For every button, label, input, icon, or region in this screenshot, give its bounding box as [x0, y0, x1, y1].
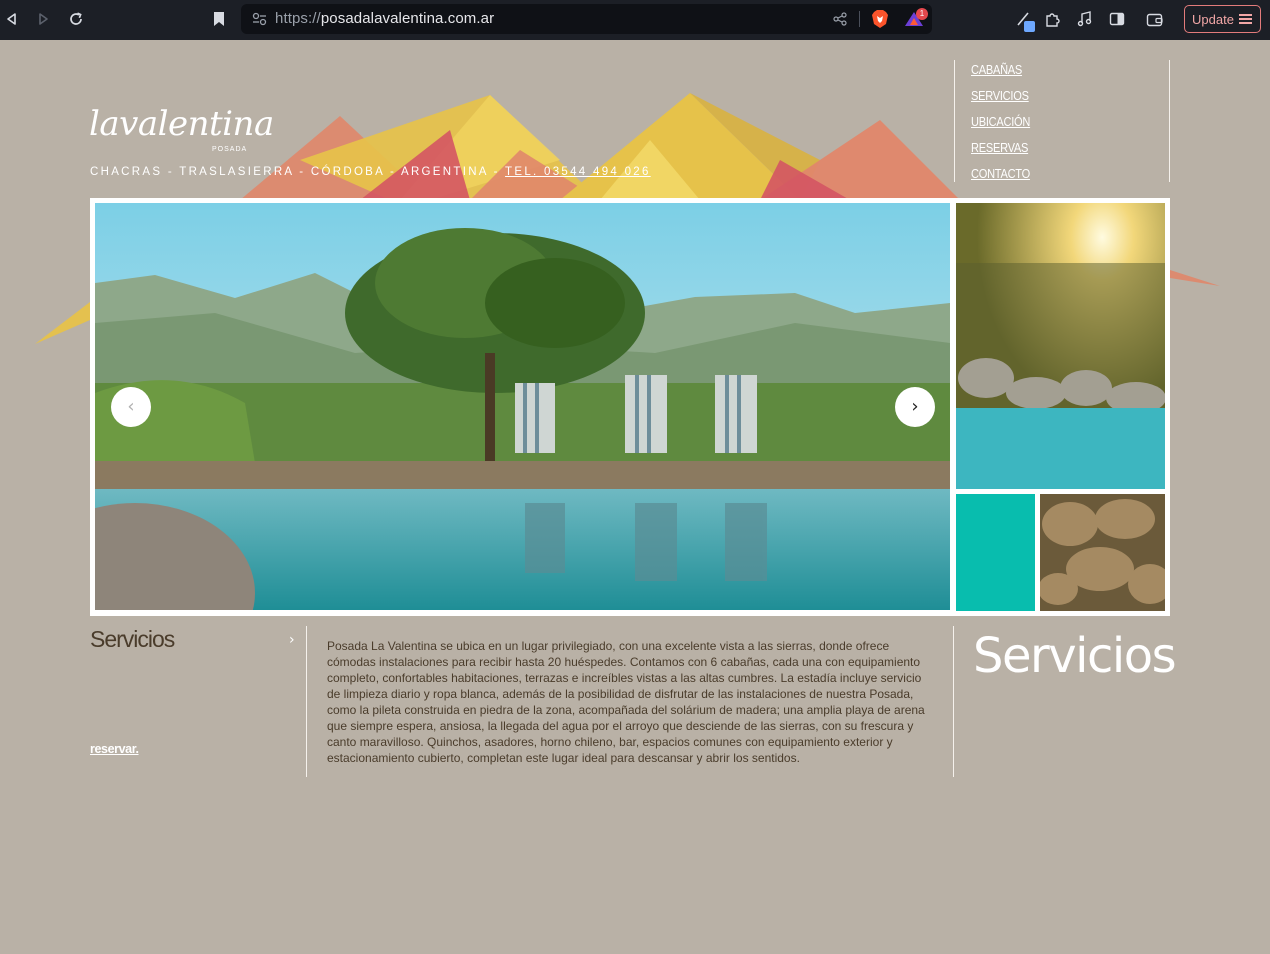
- column-divider-left: [306, 626, 307, 777]
- update-button[interactable]: Update: [1184, 5, 1261, 33]
- thumbnail-sunset-pool[interactable]: [956, 203, 1165, 489]
- extensions-icon[interactable]: [1045, 11, 1061, 27]
- media-icon[interactable]: [1077, 11, 1093, 27]
- tagline-location: CHACRAS - TRASLASIERRA - CÓRDOBA - ARGEN…: [90, 166, 506, 178]
- site-logo[interactable]: lavalentina POSADA: [89, 104, 274, 156]
- menu-item-ubicacion[interactable]: UBICACIÓN: [971, 114, 1030, 129]
- sidebar-toggle-icon[interactable]: [1109, 11, 1125, 27]
- wallet-icon[interactable]: [1146, 12, 1164, 28]
- slider-next-button[interactable]: ›: [895, 387, 935, 427]
- forward-arrow-icon: [39, 13, 48, 25]
- back-button[interactable]: [0, 8, 24, 30]
- pen-extension-icon[interactable]: [1015, 10, 1037, 32]
- site-settings-icon[interactable]: [252, 12, 267, 26]
- menu-item-reservas[interactable]: RESERVAS: [971, 140, 1028, 155]
- reload-button[interactable]: [64, 8, 88, 30]
- menu-item-contacto[interactable]: CONTACTO: [971, 166, 1030, 181]
- bookmark-button[interactable]: [207, 8, 231, 30]
- section-big-title: Servicios: [973, 628, 1177, 684]
- address-bar[interactable]: https://posadalavalentina.com.ar 1: [241, 4, 932, 34]
- chevron-right-icon[interactable]: ›: [289, 632, 295, 648]
- main-menu: CABAÑAS SERVICIOS UBICACIÓN RESERVAS CON…: [954, 60, 1170, 182]
- url-text[interactable]: https://posadalavalentina.com.ar: [275, 10, 494, 27]
- share-icon[interactable]: [833, 12, 847, 26]
- reserve-link[interactable]: reservar.: [90, 742, 139, 756]
- url-host: posadalavalentina.com.ar: [320, 10, 495, 27]
- url-scheme: https://: [275, 10, 321, 27]
- header-tagline: CHACRAS - TRASLASIERRA - CÓRDOBA - ARGEN…: [90, 166, 651, 178]
- reload-icon: [70, 12, 82, 25]
- brave-shields-icon[interactable]: [871, 9, 889, 29]
- back-arrow-icon: [7, 13, 16, 25]
- bookmark-icon: [214, 12, 224, 26]
- menu-icon: [1239, 14, 1252, 24]
- slider-image-pool: [95, 203, 950, 610]
- menu-item-cabanas[interactable]: CABAÑAS: [971, 62, 1022, 77]
- logo-wordmark: lavalentina: [89, 104, 274, 144]
- menu-item-servicios[interactable]: SERVICIOS: [971, 88, 1029, 103]
- update-label: Update: [1192, 12, 1234, 27]
- section-description: Posada La Valentina se ubica en un lugar…: [327, 639, 925, 765]
- url-separator: [859, 11, 860, 27]
- section-title: Servicios: [90, 626, 175, 652]
- logo-subtitle: POSADA: [212, 146, 248, 153]
- rewards-badge: 1: [916, 8, 928, 20]
- browser-toolbar: https://posadalavalentina.com.ar 1 Updat…: [0, 0, 1270, 40]
- forward-button[interactable]: [31, 8, 55, 30]
- thumbnail-teal-tile[interactable]: [956, 494, 1035, 611]
- slider-prev-button[interactable]: ‹: [111, 387, 151, 427]
- column-divider-right: [953, 626, 954, 777]
- tagline-phone-link[interactable]: TEL. 03544 494 026: [505, 166, 651, 178]
- thumbnail-riverbed-rocks[interactable]: [1040, 494, 1165, 611]
